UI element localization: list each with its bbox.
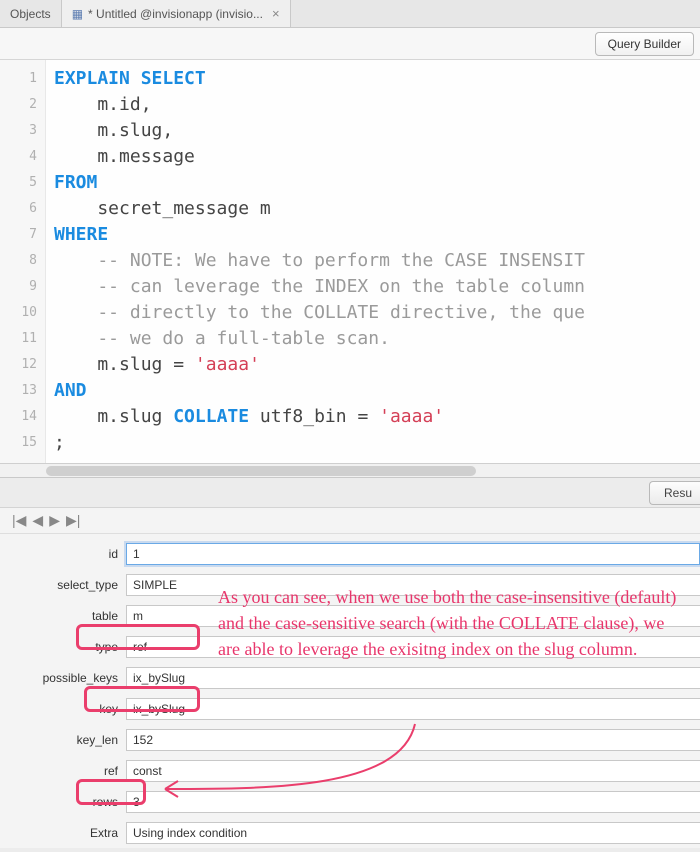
field-value[interactable]: m [126, 605, 700, 627]
field-label: select_type [0, 578, 126, 592]
close-icon[interactable]: × [272, 6, 280, 21]
line-gutter: 123456789101112131415 [0, 60, 46, 463]
scrollbar-thumb[interactable] [46, 466, 476, 476]
nav-prev-icon[interactable]: ◀ [32, 512, 43, 529]
record-nav: |◀ ◀ ▶ ▶| [0, 508, 700, 534]
tab-label: * Untitled @invisionapp (invisio... [88, 7, 263, 21]
editor-toolbar: Query Builder [0, 28, 700, 60]
results-toolbar: Resu [0, 478, 700, 508]
field-value[interactable]: ix_bySlug [126, 698, 700, 720]
results-tab-button[interactable]: Resu [649, 481, 700, 505]
result-row-key-len: key_len 152 [0, 724, 700, 755]
field-value[interactable]: 1 [126, 543, 700, 565]
field-value[interactable]: 3 [126, 791, 700, 813]
result-row-select-type: select_type SIMPLE [0, 569, 700, 600]
field-label: ref [0, 764, 126, 778]
field-value[interactable]: 152 [126, 729, 700, 751]
tab-bar: Objects ▦ * Untitled @invisionapp (invis… [0, 0, 700, 28]
code-area[interactable]: EXPLAIN SELECT m.id, m.slug, m.messageFR… [46, 60, 700, 463]
table-icon: ▦ [72, 7, 83, 21]
result-row-id: id 1 [0, 538, 700, 569]
field-label: possible_keys [0, 671, 126, 685]
field-label: type [0, 640, 126, 654]
field-label: id [0, 547, 126, 561]
horizontal-scrollbar[interactable] [0, 464, 700, 478]
field-value[interactable]: SIMPLE [126, 574, 700, 596]
result-row-extra: Extra Using index condition [0, 817, 700, 848]
field-label: key_len [0, 733, 126, 747]
field-value[interactable]: Using index condition [126, 822, 700, 844]
field-label: table [0, 609, 126, 623]
nav-first-icon[interactable]: |◀ [12, 512, 26, 529]
result-row-rows: rows 3 [0, 786, 700, 817]
field-label: key [0, 702, 126, 716]
tab-active-query[interactable]: ▦ * Untitled @invisionapp (invisio... × [62, 0, 291, 27]
nav-next-icon[interactable]: ▶ [49, 512, 60, 529]
field-value[interactable]: ix_bySlug [126, 667, 700, 689]
field-value[interactable]: ref [126, 636, 700, 658]
result-row-possible-keys: possible_keys ix_bySlug [0, 662, 700, 693]
explain-results: id 1 select_type SIMPLE table m type ref… [0, 534, 700, 848]
field-label: rows [0, 795, 126, 809]
nav-last-icon[interactable]: ▶| [66, 512, 80, 529]
field-value[interactable]: const [126, 760, 700, 782]
tab-label: Objects [10, 7, 51, 21]
sql-editor[interactable]: 123456789101112131415 EXPLAIN SELECT m.i… [0, 60, 700, 464]
tab-objects[interactable]: Objects [0, 0, 62, 27]
query-builder-button[interactable]: Query Builder [595, 32, 694, 56]
result-row-key: key ix_bySlug [0, 693, 700, 724]
result-row-ref: ref const [0, 755, 700, 786]
result-row-table: table m [0, 600, 700, 631]
field-label: Extra [0, 826, 126, 840]
result-row-type: type ref [0, 631, 700, 662]
